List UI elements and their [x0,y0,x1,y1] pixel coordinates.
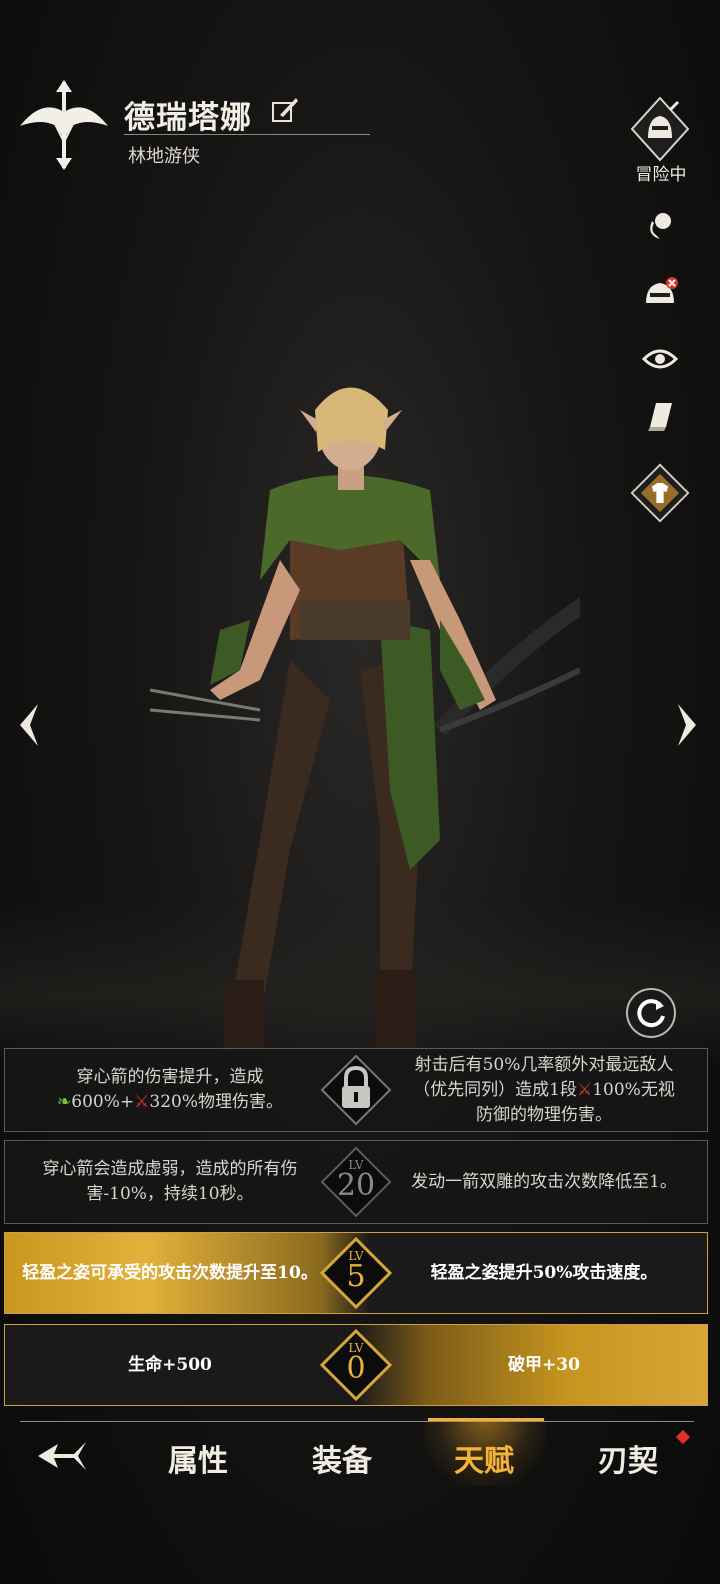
level-value: 0 [346,1351,366,1386]
talent-right-option[interactable]: 轻盈之姿提升50%攻击速度。 [379,1233,709,1313]
active-tab-indicator [428,1418,544,1421]
rename-pen-icon[interactable] [270,95,300,125]
character-class: 林地游侠 [128,146,200,167]
previous-character-arrow-icon[interactable] [12,700,42,750]
outfit-button[interactable] [630,460,690,526]
talent-right-text: 轻盈之姿提升50%攻击速度。 [430,1262,658,1283]
talent-left-line2b: 320%物理伤害。 [149,1092,283,1112]
back-button-icon[interactable] [34,1436,94,1476]
leaf-icon: ❧ [57,1092,72,1112]
level-badge-lv0: LV 0 [320,1329,392,1401]
tab-blade-pact[interactable]: 刃契 [598,1436,658,1480]
talent-right-text: 破甲+30 [508,1354,580,1375]
talent-left-line1: 穿心箭的伤害提升，造成 [76,1067,264,1087]
view-toggle-button[interactable] [630,334,690,384]
tab-equipment[interactable]: 装备 [312,1436,372,1480]
tab-bar-divider [20,1421,694,1422]
talent-left-text: 轻盈之姿可承受的攻击次数提升至10。 [22,1262,318,1283]
talent-right-line3: 防御的物理伤害。 [476,1104,612,1125]
ranger-class-emblem-icon [20,80,108,170]
character-name: 德瑞塔娜 [124,100,252,136]
talent-left-option[interactable]: 生命+500 [5,1325,335,1405]
talent-right-option[interactable]: 发动一箭双雕的攻击次数降低至1。 [379,1141,709,1223]
header-divider [124,134,370,135]
eye-icon [642,349,678,369]
sword-icon: ⚔ [576,1079,593,1100]
voice-button[interactable] [630,202,690,252]
lock-icon [320,1054,392,1126]
next-character-arrow-icon[interactable] [674,700,704,750]
voice-bubble-icon [650,213,671,239]
helmet-hidden-icon [646,277,678,303]
talent-left-option[interactable]: 穿心箭会造成虚弱，造成的所有伤害-10%，持续10秒。 [5,1141,335,1223]
talent-left-option[interactable]: 穿心箭的伤害提升，造成 ❧600%+⚔320%物理伤害。 [5,1049,335,1131]
talent-right-line2a: （优先同列）造成1段 [413,1079,577,1100]
adventure-status-label: 冒险中 [635,165,687,185]
reset-view-icon[interactable] [624,986,678,1040]
talent-left-text: 生命+500 [128,1354,212,1375]
talent-right-text: 发动一箭双雕的攻击次数降低至1。 [411,1171,677,1192]
talent-left-text: 穿心箭会造成虚弱，造成的所有伤害-10%，持续10秒。 [42,1159,298,1204]
talent-right-option-selected[interactable]: 破甲+30 [379,1325,709,1405]
helmet-diamond-icon [630,96,690,162]
level-badge-lv20: LV 20 [320,1146,392,1218]
adventure-status-button[interactable] [630,96,690,162]
level-value: 20 [336,1168,376,1203]
sword-icon: ⚔ [134,1092,150,1112]
appearance-hide-button[interactable] [630,268,690,318]
tab-attributes[interactable]: 属性 [168,1436,228,1480]
shirt-diamond-icon [630,463,690,523]
book-icon [648,403,672,431]
talent-right-line2b: 100%无视 [592,1079,675,1100]
talent-left-option-selected[interactable]: 轻盈之姿可承受的攻击次数提升至10。 [5,1233,335,1313]
talent-right-line1: 射击后有50%几率额外对最远敌人 [414,1054,674,1075]
tab-talent[interactable]: 天赋 [454,1436,514,1480]
talent-right-option[interactable]: 射击后有50%几率额外对最远敌人 （优先同列）造成1段⚔100%无视 防御的物理… [379,1049,709,1131]
level-badge-lv5: LV 5 [320,1237,392,1309]
level-value: 5 [346,1259,366,1294]
profile-book-button[interactable] [630,390,690,440]
character-model [149,387,580,1050]
talent-left-line2a: 600%+ [71,1092,135,1112]
